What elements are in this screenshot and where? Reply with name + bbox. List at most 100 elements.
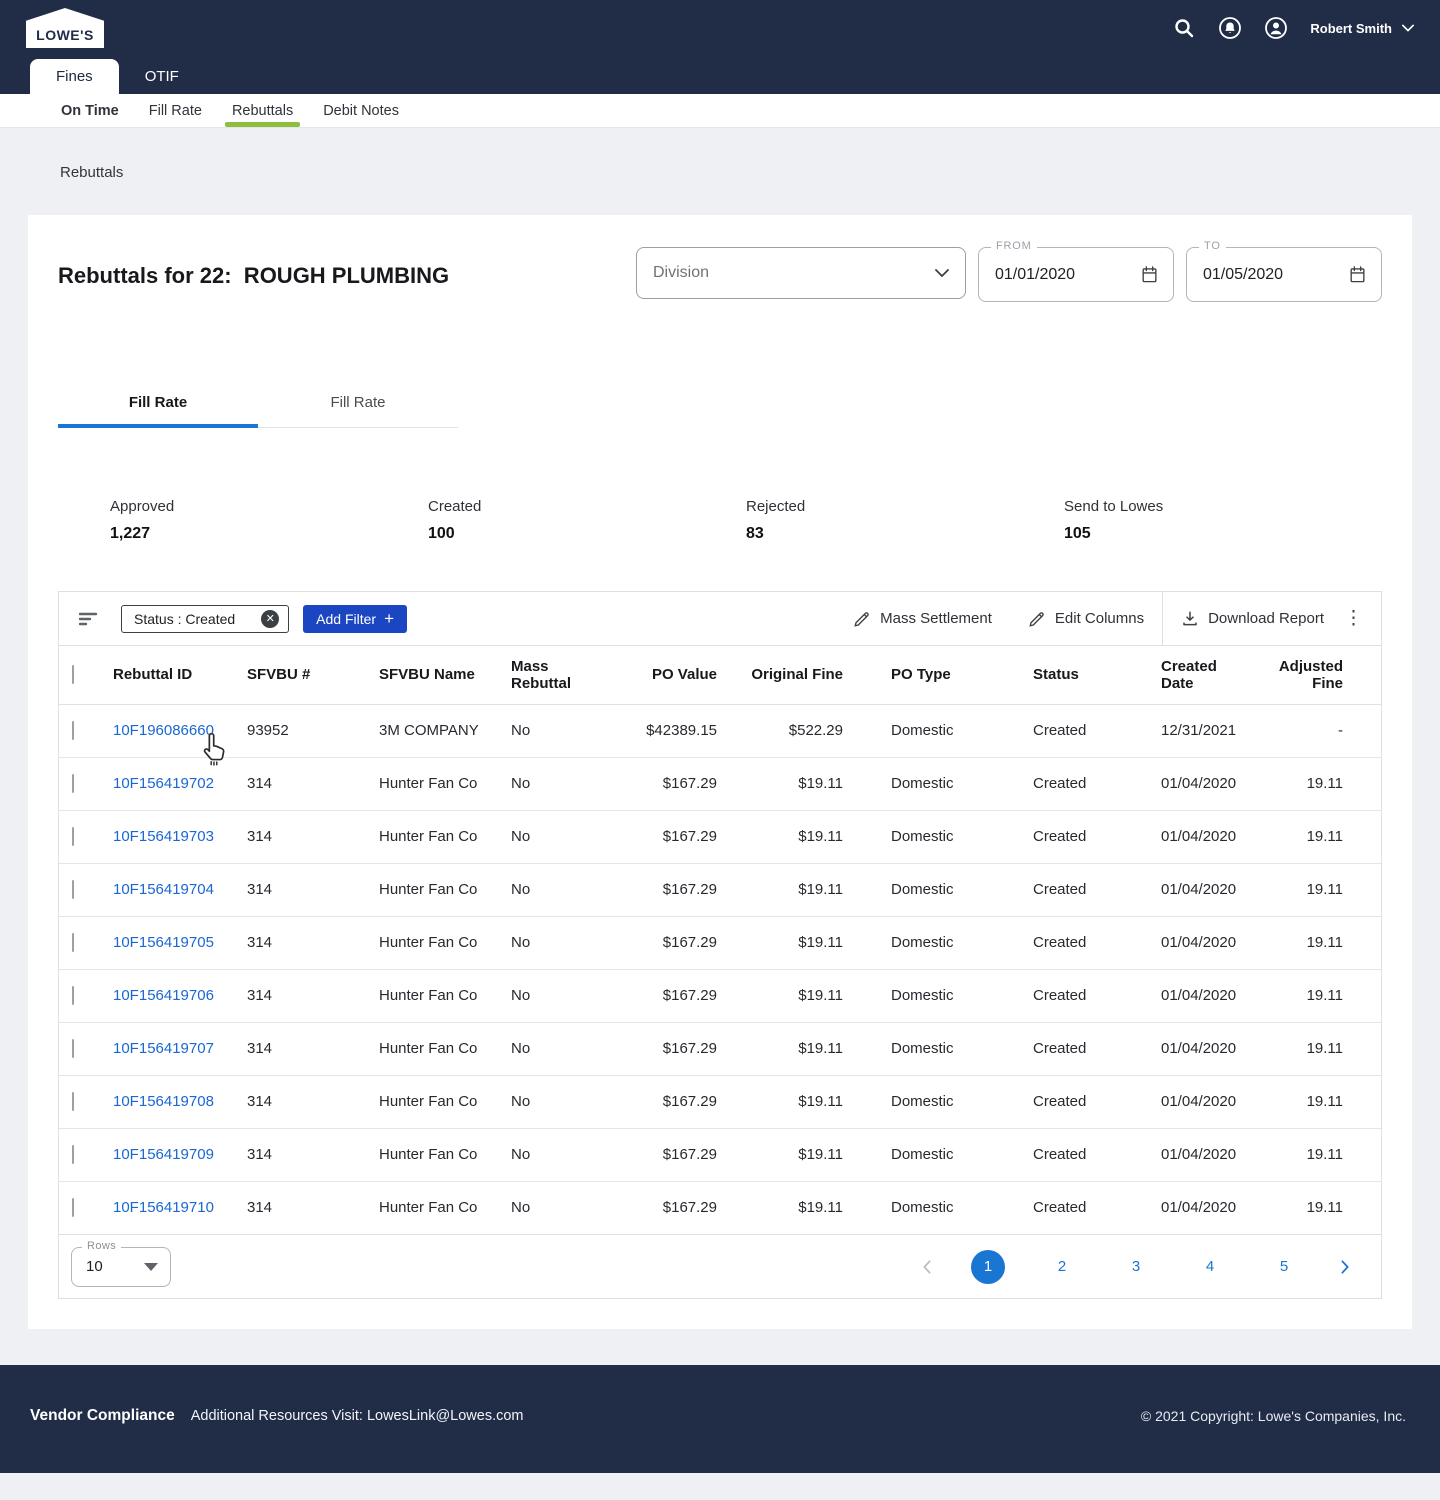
cell-po-value: $167.29 (607, 1128, 727, 1182)
page-button-4[interactable]: 4 (1193, 1250, 1227, 1284)
pencil-icon (1029, 611, 1044, 627)
col-mass-rebuttal[interactable]: Mass Rebuttal (503, 646, 607, 705)
cell-created-date: 12/31/2021 (1117, 704, 1247, 758)
division-placeholder: Division (653, 264, 710, 281)
account-icon[interactable] (1264, 16, 1288, 40)
cell-po-value: $167.29 (607, 1022, 727, 1076)
cell-po-value: $167.29 (607, 1075, 727, 1129)
page-button-5[interactable]: 5 (1267, 1250, 1301, 1284)
add-filter-button[interactable]: Add Filter + (303, 604, 408, 633)
rebuttal-id-link[interactable]: 10F156419708 (113, 1093, 214, 1110)
rebuttal-id-link[interactable]: 10F156419706 (113, 987, 214, 1004)
subnav-item-on-time[interactable]: On Time (46, 94, 134, 127)
cell-sfvbu-name: Hunter Fan Co (371, 1075, 503, 1129)
sub-nav: On Time Fill Rate Rebuttals Debit Notes (0, 94, 1440, 128)
rebuttal-id-link[interactable]: 10F156419707 (113, 1040, 214, 1057)
row-checkbox[interactable] (72, 986, 74, 1005)
cell-created-date: 01/04/2020 (1117, 1128, 1247, 1182)
sort-icon[interactable] (79, 611, 101, 627)
footer-copyright: © 2021 Copyright: Lowe's Companies, Inc. (1140, 1408, 1406, 1424)
col-original-fine[interactable]: Original Fine (727, 646, 853, 705)
col-rebuttal-id[interactable]: Rebuttal ID (105, 646, 239, 705)
stat-value: 1,227 (110, 525, 151, 542)
row-checkbox[interactable] (72, 774, 74, 793)
more-options-kebab-icon[interactable]: ⋮ (1342, 607, 1381, 630)
cell-mass-rebuttal: No (503, 810, 607, 864)
from-date-input[interactable]: FROM 01/01/2020 (978, 240, 1174, 302)
cell-status: Created (989, 1075, 1117, 1129)
row-checkbox[interactable] (72, 721, 74, 740)
rebuttal-id-link[interactable]: 10F156419705 (113, 934, 214, 951)
cell-mass-rebuttal: No (503, 704, 607, 758)
col-adjusted-fine[interactable]: Adjusted Fine (1247, 646, 1381, 705)
rows-label: Rows (82, 1239, 122, 1252)
division-select[interactable]: Division (636, 247, 966, 299)
cell-original-fine: $19.11 (798, 1199, 843, 1217)
cell-status: Created (989, 810, 1117, 864)
tab-fill-rate-2[interactable]: Fill Rate (258, 394, 458, 428)
page-button-3[interactable]: 3 (1119, 1250, 1153, 1284)
row-checkbox[interactable] (72, 933, 74, 952)
cell-sfvbu: 314 (239, 969, 371, 1023)
rebuttals-table: Status : Created ✕ Add Filter + Mass Set… (58, 591, 1382, 1299)
mass-settlement-button[interactable]: Mass Settlement (835, 592, 1010, 645)
cell-sfvbu: 314 (239, 1075, 371, 1129)
cell-status: Created (989, 1128, 1117, 1182)
calendar-icon (1350, 266, 1365, 283)
row-checkbox[interactable] (72, 1092, 74, 1111)
previous-page-icon[interactable] (915, 1255, 939, 1279)
col-status[interactable]: Status (989, 646, 1117, 705)
row-checkbox[interactable] (72, 1198, 74, 1218)
col-sfvbu[interactable]: SFVBU # (239, 646, 371, 705)
cell-original-fine: $19.11 (727, 863, 853, 917)
download-report-button[interactable]: Download Report (1163, 592, 1342, 645)
rows-per-page-select[interactable]: Rows 10 (71, 1239, 171, 1287)
col-po-value[interactable]: PO Value (607, 646, 727, 705)
col-created-date[interactable]: Created Date (1117, 646, 1247, 705)
page-button-1[interactable]: 1 (971, 1249, 1005, 1284)
row-checkbox[interactable] (72, 880, 74, 899)
next-page-icon[interactable] (1333, 1255, 1357, 1279)
notifications-bell-icon[interactable] (1218, 16, 1242, 40)
edit-columns-button[interactable]: Edit Columns (1010, 592, 1162, 645)
user-menu[interactable]: Robert Smith (1310, 21, 1414, 36)
stat-label: Approved (110, 498, 175, 515)
to-date-input[interactable]: TO 01/05/2020 (1186, 240, 1382, 302)
search-icon[interactable] (1172, 16, 1196, 40)
status-filter-chip[interactable]: Status : Created ✕ (121, 604, 290, 633)
cell-po-type: Domestic (853, 1022, 989, 1076)
col-po-type[interactable]: PO Type (853, 646, 989, 705)
rebuttal-id-link[interactable]: 10F156419703 (113, 828, 214, 845)
cell-sfvbu: 314 (239, 757, 371, 811)
row-checkbox[interactable] (72, 1039, 74, 1058)
tab-fill-rate-1[interactable]: Fill Rate (58, 394, 258, 428)
row-checkbox[interactable] (72, 827, 74, 846)
subnav-item-debit-notes[interactable]: Debit Notes (308, 94, 414, 127)
cell-po-type: Domestic (853, 810, 989, 864)
cell-sfvbu: 314 (239, 916, 371, 970)
cell-sfvbu: 314 (239, 1128, 371, 1182)
rebuttal-id-link[interactable]: 10F196086660 (113, 722, 214, 739)
to-date-label: TO (1199, 240, 1226, 252)
from-date-label: FROM (991, 240, 1037, 252)
cell-status: Created (989, 863, 1117, 917)
col-sfvbu-name[interactable]: SFVBU Name (371, 646, 503, 705)
rebuttal-id-link[interactable]: 10F156419704 (113, 881, 214, 898)
select-all-checkbox[interactable] (72, 665, 74, 685)
rebuttal-id-link[interactable]: 10F156419710 (113, 1199, 214, 1216)
tab-otif[interactable]: OTIF (119, 59, 205, 94)
lowes-logo[interactable]: LOWE'S (26, 8, 104, 48)
footer-resources-text: Additional Resources Visit: LowesLink@Lo… (190, 1408, 524, 1424)
cell-mass-rebuttal: No (503, 1022, 607, 1076)
subnav-item-fill-rate[interactable]: Fill Rate (134, 94, 217, 127)
row-checkbox[interactable] (72, 1145, 74, 1164)
page-button-2[interactable]: 2 (1045, 1250, 1079, 1284)
remove-filter-icon[interactable]: ✕ (261, 609, 280, 628)
cell-po-type: Domestic (891, 1199, 954, 1217)
tab-fines[interactable]: Fines (30, 59, 119, 94)
fill-rate-tabs: Fill Rate Fill Rate (58, 394, 1382, 428)
subnav-item-rebuttals[interactable]: Rebuttals (217, 94, 308, 127)
rebuttal-id-link[interactable]: 10F156419709 (113, 1146, 214, 1163)
cell-sfvbu: 93952 (239, 704, 371, 758)
rebuttal-id-link[interactable]: 10F156419702 (113, 775, 214, 792)
